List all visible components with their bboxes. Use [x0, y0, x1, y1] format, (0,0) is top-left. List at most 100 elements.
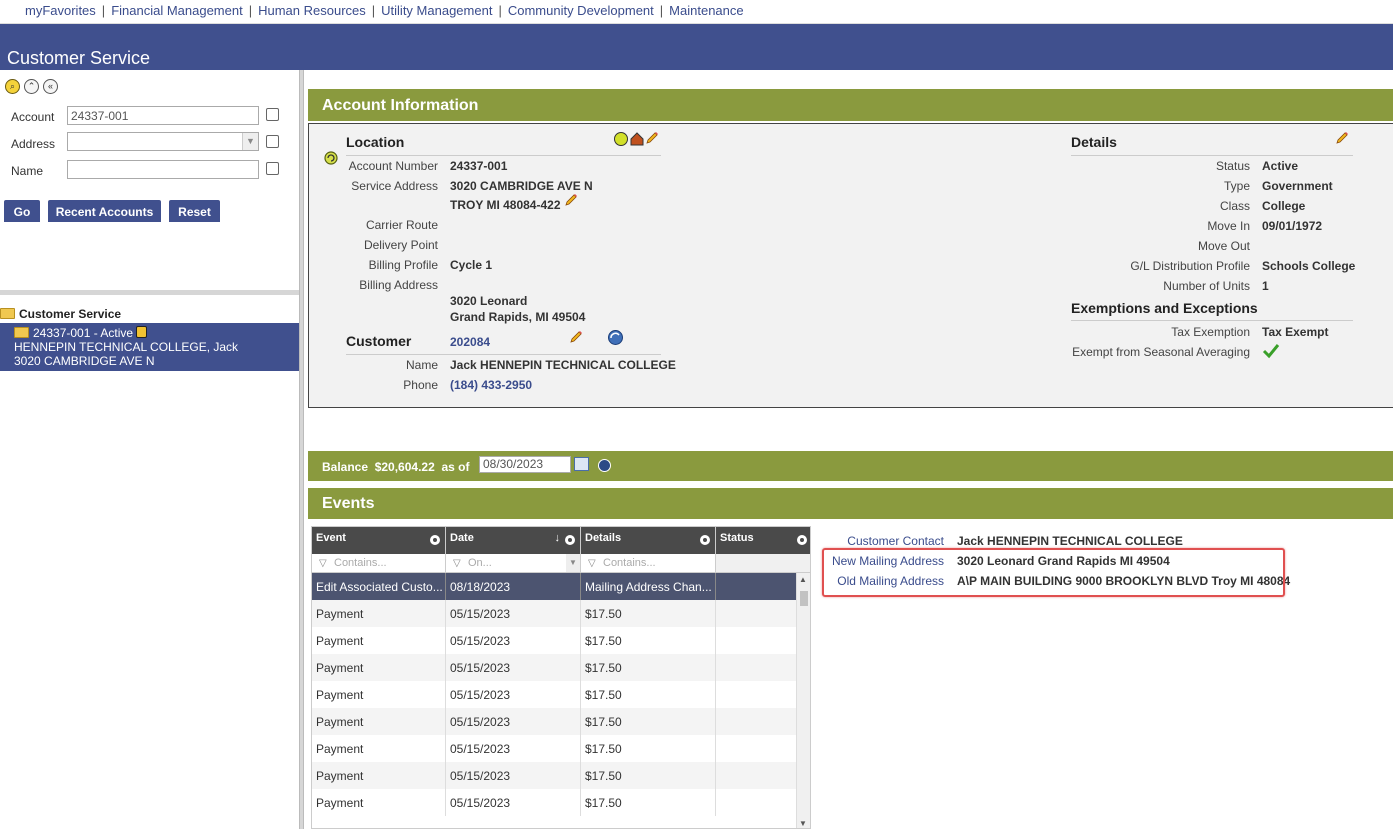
grid-filter-row: ▽ Contains... ▽ On... ▼ ▽ Contains... — [312, 554, 810, 573]
money-bag-icon — [136, 326, 148, 338]
table-row[interactable]: Payment 05/15/2023 $17.50 — [312, 681, 798, 708]
balance-date-input[interactable]: 08/30/2023 — [479, 456, 571, 473]
collapse-up-icon[interactable]: ⌃ — [24, 79, 39, 94]
collapse-left-icon[interactable]: « — [43, 79, 58, 94]
scroll-down-icon[interactable]: ▼ — [799, 819, 807, 828]
edit-customer-pencil-icon[interactable] — [569, 330, 583, 344]
cell-date: 05/15/2023 — [446, 735, 581, 762]
table-row[interactable]: Payment 05/15/2023 $17.50 — [312, 735, 798, 762]
customer-phone-label: Phone — [403, 378, 438, 392]
customer-lookup-icon[interactable] — [607, 329, 624, 346]
account-checkbox[interactable] — [266, 108, 279, 121]
service-address-line2: TROY MI 48084-422 — [450, 198, 561, 212]
reset-button[interactable]: Reset — [169, 200, 220, 222]
address-checkbox[interactable] — [266, 135, 279, 148]
nav-separator: | — [498, 3, 502, 18]
col-details[interactable]: Details — [581, 527, 716, 554]
filter-date[interactable]: ▽ On... ▼ — [446, 554, 581, 572]
nav-maintenance[interactable]: Maintenance — [669, 3, 743, 18]
folder-open-icon — [0, 308, 15, 319]
filter-event[interactable]: ▽ Contains... — [312, 554, 446, 572]
scrollbar-thumb[interactable] — [800, 591, 808, 606]
cell-details: $17.50 — [581, 789, 716, 816]
service-address-label: Service Address — [351, 179, 438, 193]
col-event[interactable]: Event — [312, 527, 446, 554]
address-select[interactable]: ▼ — [67, 132, 259, 151]
cell-details: $17.50 — [581, 708, 716, 735]
cell-date: 08/18/2023 — [446, 573, 581, 600]
exemptions-divider — [1071, 320, 1353, 321]
table-row[interactable]: Payment 05/15/2023 $17.50 — [312, 600, 798, 627]
table-row[interactable]: Payment 05/15/2023 $17.50 — [312, 654, 798, 681]
account-info-panel: Location Account Number 24337-001 Servic… — [308, 123, 1393, 408]
gear-icon[interactable] — [565, 535, 575, 545]
balance-amount: $20,604.22 — [374, 460, 435, 474]
col-status-label: Status — [720, 532, 754, 544]
cell-details: $17.50 — [581, 681, 716, 708]
recent-accounts-button[interactable]: Recent Accounts — [48, 200, 161, 222]
name-input[interactable] — [67, 160, 259, 179]
col-date[interactable]: Date ↓ — [446, 527, 581, 554]
refresh-balance-icon[interactable] — [598, 459, 611, 472]
edit-address-pencil-icon[interactable] — [564, 193, 578, 207]
chevron-down-icon[interactable]: ▼ — [566, 554, 580, 572]
tree-root-label: Customer Service — [19, 307, 122, 321]
grid-scrollbar[interactable]: ▲ ▼ — [796, 573, 810, 828]
account-label: Account — [11, 110, 55, 124]
nav-human-resources[interactable]: Human Resources — [258, 3, 366, 18]
nav-utility-management[interactable]: Utility Management — [381, 3, 492, 18]
tree-selected-line1: 24337-001 - Active — [14, 326, 299, 340]
filter-details[interactable]: ▽ Contains... — [581, 554, 716, 572]
units-value: 1 — [1262, 279, 1269, 293]
cell-status — [716, 627, 798, 654]
nav-myfavorites[interactable]: myFavorites — [25, 3, 96, 18]
go-button[interactable]: Go — [4, 200, 40, 222]
events-bar: Events — [308, 488, 1393, 519]
customer-id-link[interactable]: 202084 — [450, 335, 490, 349]
gl-distribution-label: G/L Distribution Profile — [1130, 259, 1250, 273]
filter-date-placeholder: On... — [468, 557, 492, 569]
table-row[interactable]: Payment 05/15/2023 $17.50 — [312, 789, 798, 816]
nav-community-development[interactable]: Community Development — [508, 3, 654, 18]
account-input[interactable] — [67, 106, 259, 125]
billing-profile-value: Cycle 1 — [450, 258, 493, 272]
table-row[interactable]: Payment 05/15/2023 $17.50 — [312, 627, 798, 654]
edit-location-pencil-icon[interactable] — [645, 131, 659, 145]
filter-event-placeholder: Contains... — [334, 557, 387, 569]
nav-separator: | — [371, 3, 376, 18]
cell-event: Payment — [312, 789, 446, 816]
nav-financial-management[interactable]: Financial Management — [111, 3, 243, 18]
edit-details-pencil-icon[interactable] — [1335, 131, 1349, 145]
customer-phone-link[interactable]: (184) 433-2950 — [450, 378, 532, 392]
nav-separator: | — [248, 3, 253, 18]
find-icon[interactable]: ⌕ — [5, 79, 20, 94]
calendar-icon[interactable] — [574, 457, 589, 471]
house-icon[interactable] — [629, 131, 645, 147]
horizontal-splitter[interactable] — [0, 290, 299, 295]
events-grid: Event Date ↓ Details Status ▽ Contains... … — [311, 526, 811, 829]
checkmark-icon — [1262, 344, 1280, 359]
name-checkbox[interactable] — [266, 162, 279, 175]
cell-event: Payment — [312, 681, 446, 708]
customer-name-value: Jack HENNEPIN TECHNICAL COLLEGE — [450, 358, 676, 372]
cell-details: $17.50 — [581, 600, 716, 627]
table-row[interactable]: Payment 05/15/2023 $17.50 — [312, 708, 798, 735]
table-row[interactable]: Edit Associated Custo... 08/18/2023 Mail… — [312, 573, 798, 600]
name-label: Name — [11, 164, 44, 178]
move-in-value: 09/01/1972 — [1262, 219, 1323, 233]
tree-selected-line2: HENNEPIN TECHNICAL COLLEGE, Jack — [14, 340, 239, 354]
tree-root[interactable]: Customer Service — [0, 307, 121, 321]
gear-icon[interactable] — [430, 535, 440, 545]
status-value: Active — [1262, 159, 1299, 173]
type-value: Government — [1262, 179, 1333, 193]
gear-icon[interactable] — [700, 535, 710, 545]
cell-date: 05/15/2023 — [446, 789, 581, 816]
add-icon[interactable] — [613, 131, 629, 147]
filter-details-placeholder: Contains... — [603, 557, 656, 569]
chevron-down-icon[interactable]: ▼ — [242, 133, 258, 150]
account-status-text: 24337-001 - Active — [33, 326, 134, 340]
tree-selected-account[interactable]: 24337-001 - Active HENNEPIN TECHNICAL CO… — [0, 323, 299, 371]
table-row[interactable]: Payment 05/15/2023 $17.50 — [312, 762, 798, 789]
cell-status — [716, 735, 798, 762]
sort-down-icon[interactable]: ↓ — [555, 532, 561, 544]
